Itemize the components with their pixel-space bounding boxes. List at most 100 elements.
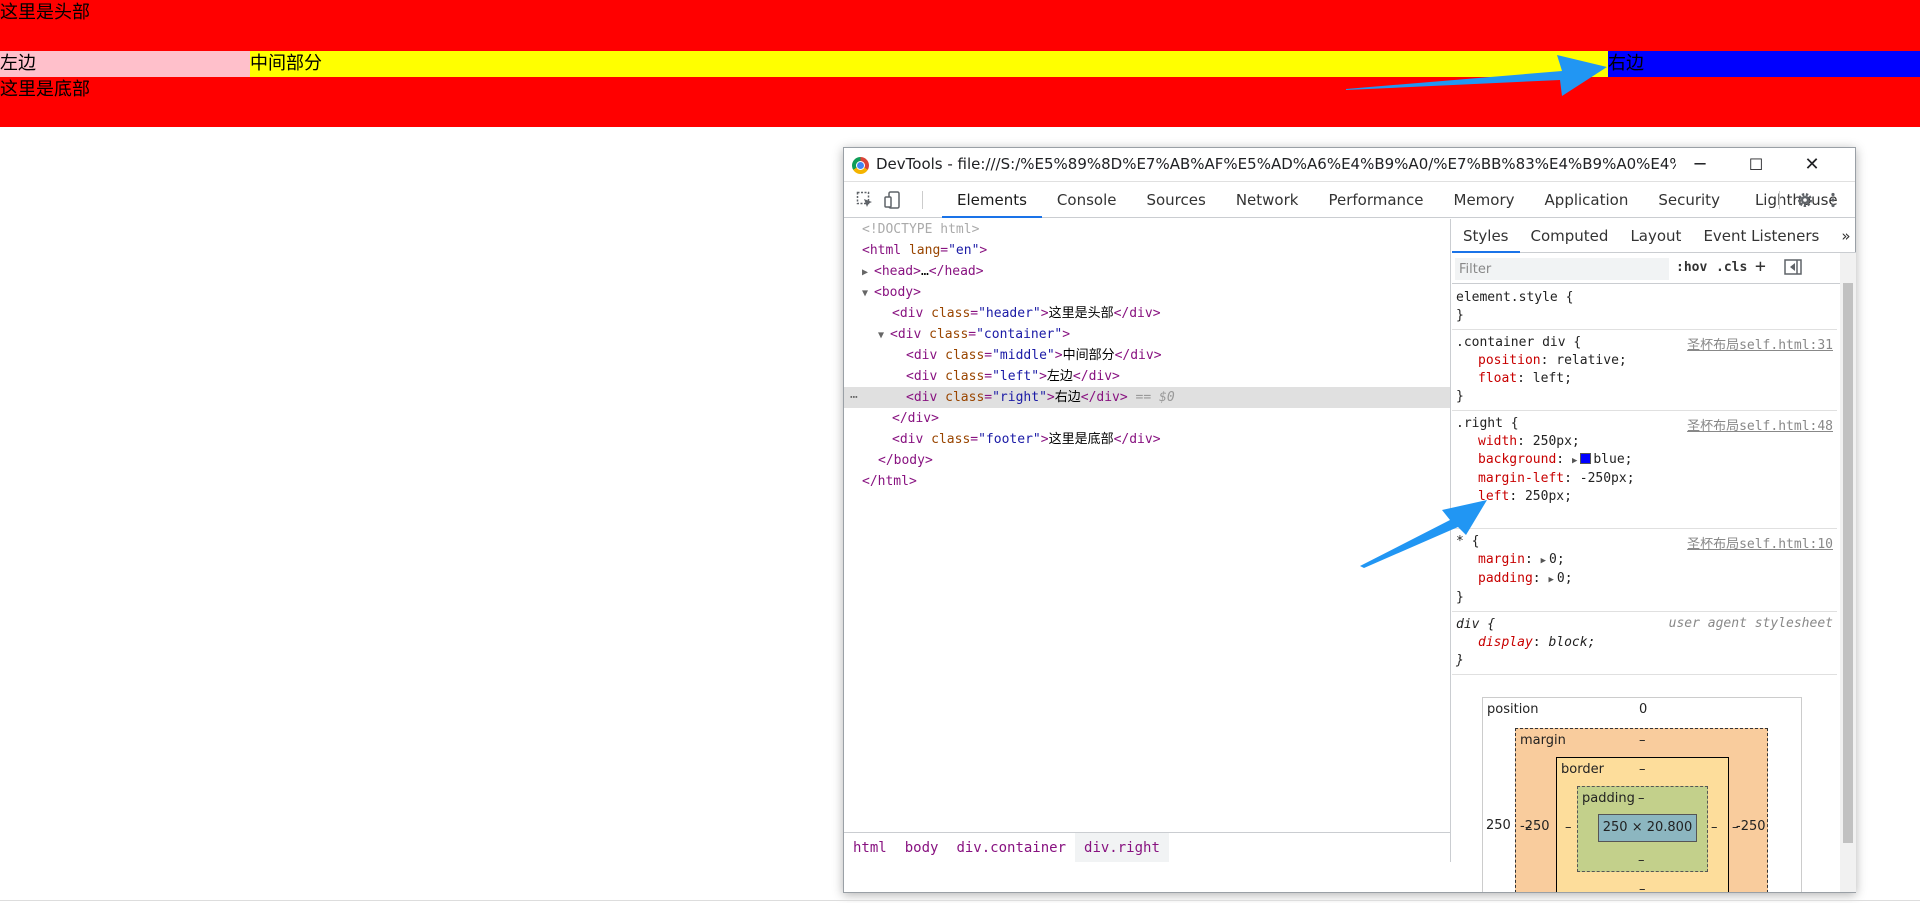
tab-layout[interactable]: Layout	[1619, 219, 1692, 253]
page-bottom-edge	[0, 900, 1920, 901]
box-model-padding-bottom[interactable]: –	[1638, 853, 1645, 868]
styles-scrollbar[interactable]	[1840, 253, 1856, 892]
style-property[interactable]: margin-left: -250px;	[1456, 470, 1837, 488]
property-colon: :	[1517, 371, 1525, 386]
maximize-button[interactable]: ☐	[1728, 148, 1784, 182]
cls-button[interactable]: .cls	[1716, 260, 1747, 275]
dom-body-node[interactable]: ▼ <body>	[844, 282, 1450, 303]
more-tabs-icon[interactable]: »	[1830, 219, 1856, 253]
tab-sources[interactable]: Sources	[1131, 182, 1220, 218]
tab-memory[interactable]: Memory	[1439, 182, 1530, 218]
toggle-sidebar-icon[interactable]	[1784, 259, 1802, 279]
box-model-border-bottom[interactable]: –	[1639, 882, 1646, 892]
style-property[interactable]: background: ▶ blue;	[1456, 451, 1837, 470]
box-model-content[interactable]: 250 × 20.800	[1598, 814, 1697, 842]
new-style-rule-button[interactable]: +	[1755, 256, 1766, 277]
box-model-position-left[interactable]: 250	[1486, 818, 1511, 833]
box-model-border-left[interactable]: –	[1525, 820, 1532, 835]
dom-html-node[interactable]: <html lang="en">	[844, 240, 1450, 261]
style-property[interactable]: padding: ▶ 0;	[1456, 570, 1837, 589]
box-model-margin-top[interactable]: –	[1639, 733, 1646, 748]
style-property[interactable]: position: relative;	[1456, 352, 1837, 370]
expand-triangle-icon[interactable]: ▶	[1541, 556, 1546, 566]
dom-footer-node[interactable]: <div class="footer">这里是底部</div>	[844, 429, 1450, 450]
dom-left-node[interactable]: <div class="left">左边</div>	[844, 366, 1450, 387]
close-button[interactable]: ✕	[1784, 148, 1840, 182]
header-node-text: 这里是头部	[1048, 306, 1114, 321]
dom-html-close[interactable]: </html>	[844, 471, 1450, 492]
styles-pane: Styles Computed Layout Event Listeners »…	[1452, 219, 1856, 892]
rule-element-style[interactable]: element.style { }	[1452, 285, 1837, 330]
dom-right-node-selected[interactable]: ⋯ <div class="right">右边</div> == $0	[844, 387, 1450, 408]
dom-body-close[interactable]: </body>	[844, 450, 1450, 471]
rule-container-div[interactable]: .container div { 圣杯布局self.html:31 positi…	[1452, 330, 1837, 411]
hov-button[interactable]: :hov	[1676, 260, 1707, 275]
ellipsis-icon[interactable]: ⋯	[850, 387, 858, 408]
tab-styles[interactable]: Styles	[1452, 219, 1520, 253]
collapse-triangle-icon[interactable]: ▼	[862, 283, 874, 304]
style-property[interactable]: float: left;	[1456, 370, 1837, 388]
body-tag: body	[881, 285, 914, 300]
scrollbar-thumb[interactable]	[1843, 283, 1853, 843]
dom-middle-node[interactable]: <div class="middle">中间部分</div>	[844, 345, 1450, 366]
expand-triangle-icon[interactable]: ▶	[1548, 575, 1553, 585]
dom-head-node[interactable]: ▶ <head>…</head>	[844, 261, 1450, 282]
breadcrumb-container[interactable]: div.container	[947, 833, 1075, 862]
breadcrumb-right[interactable]: div.right	[1075, 833, 1169, 862]
breadcrumb: html body div.container div.right	[844, 832, 1451, 862]
styles-filter-input[interactable]	[1455, 258, 1669, 280]
page-left-text: 左边	[0, 53, 36, 74]
property-name: left	[1478, 489, 1510, 504]
property-name: background	[1478, 452, 1557, 467]
rule-source-link[interactable]: 圣杯布局self.html:10	[1687, 533, 1833, 552]
box-model-padding-top[interactable]: –	[1638, 791, 1645, 806]
tab-console[interactable]: Console	[1042, 182, 1132, 218]
property-value: relative;	[1556, 353, 1627, 368]
expand-triangle-icon[interactable]: ▶	[1572, 456, 1577, 466]
style-property[interactable]: margin: ▶ 0;	[1456, 551, 1837, 570]
rule-user-agent-div[interactable]: div { user agent stylesheet display: blo…	[1452, 612, 1837, 675]
rule-universal[interactable]: * { 圣杯布局self.html:10 margin: ▶ 0; padding…	[1452, 529, 1837, 612]
dom-container-node[interactable]: ▼ <div class="container">	[844, 324, 1450, 345]
page-footer-text: 这里是底部	[0, 79, 90, 100]
box-model-border-top[interactable]: –	[1639, 762, 1646, 777]
breadcrumb-html[interactable]: html	[844, 833, 896, 862]
box-model-padding-left[interactable]: –	[1565, 820, 1572, 835]
devtools-toolbar: Elements Console Sources Network Perform…	[844, 182, 1855, 218]
property-colon: :	[1532, 571, 1541, 586]
style-property[interactable]: width: 250px;	[1456, 433, 1837, 451]
box-model-margin-right[interactable]: -250	[1736, 819, 1766, 834]
breadcrumb-body[interactable]: body	[896, 833, 948, 862]
style-property[interactable]: display: block;	[1456, 634, 1837, 652]
rule-source-link[interactable]: 圣杯布局self.html:31	[1687, 334, 1833, 353]
dom-doctype[interactable]: <!DOCTYPE html>	[844, 219, 1450, 240]
more-options-icon[interactable]	[1824, 191, 1842, 209]
tab-network[interactable]: Network	[1221, 182, 1314, 218]
expand-triangle-icon[interactable]: ▶	[862, 262, 874, 283]
style-property[interactable]: left: 250px;	[1456, 488, 1837, 506]
rule-right[interactable]: .right { 圣杯布局self.html:48 width: 250px; …	[1452, 411, 1837, 529]
tab-performance[interactable]: Performance	[1313, 182, 1438, 218]
rule-close-brace: }	[1456, 308, 1464, 323]
collapse-triangle-icon[interactable]: ▼	[878, 325, 890, 346]
rule-source-link[interactable]: 圣杯布局self.html:48	[1687, 415, 1833, 434]
property-name: width	[1478, 434, 1518, 449]
gear-icon[interactable]	[1796, 191, 1814, 209]
tab-computed[interactable]: Computed	[1520, 219, 1620, 253]
tab-security[interactable]: Security	[1643, 182, 1735, 218]
tab-event-listeners[interactable]: Event Listeners	[1692, 219, 1830, 253]
device-toolbar-icon[interactable]	[884, 191, 902, 209]
box-model-position-top[interactable]: 0	[1639, 702, 1647, 717]
devtools-titlebar[interactable]: DevTools - file:///S:/%E5%89%8D%E7%AB%AF…	[844, 148, 1855, 182]
box-model-padding-right[interactable]: –	[1711, 820, 1718, 835]
minimize-button[interactable]: ─	[1672, 148, 1728, 182]
box-model-border-right[interactable]: –	[1732, 820, 1739, 835]
tab-application[interactable]: Application	[1530, 182, 1644, 218]
property-value: 250px;	[1524, 489, 1572, 504]
dom-container-close[interactable]: </div>	[844, 408, 1450, 429]
property-name: display	[1478, 635, 1533, 650]
color-swatch[interactable]	[1580, 453, 1592, 464]
inspect-element-icon[interactable]	[856, 191, 874, 209]
tab-elements[interactable]: Elements	[942, 182, 1042, 218]
dom-header-node[interactable]: <div class="header">这里是头部</div>	[844, 303, 1450, 324]
